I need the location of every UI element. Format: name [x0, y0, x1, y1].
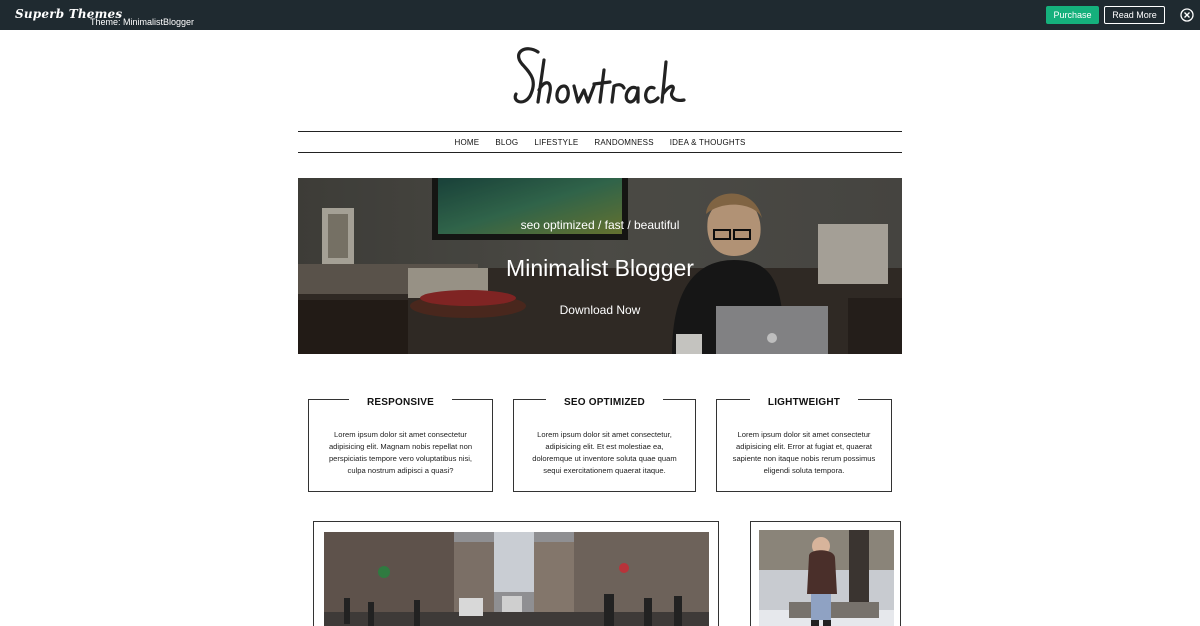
close-icon[interactable]: [1180, 8, 1194, 22]
feature-box-responsive: RESPONSIVE Lorem ipsum dolor sit amet co…: [308, 397, 493, 492]
top-bar: Superb Themes Theme: MinimalistBlogger P…: [0, 0, 1200, 30]
feature-title: SEO OPTIMIZED: [546, 397, 663, 408]
feature-box-lightweight: LIGHTWEIGHT Lorem ipsum dolor sit amet c…: [716, 397, 892, 492]
purchase-button[interactable]: Purchase: [1046, 6, 1099, 24]
hero-title: Minimalist Blogger: [506, 255, 694, 281]
post-image-winter[interactable]: [759, 530, 894, 626]
site-logo[interactable]: [508, 40, 692, 112]
nav-home[interactable]: HOME: [455, 138, 480, 147]
nav-blog[interactable]: BLOG: [495, 138, 518, 147]
nav-lifestyle[interactable]: LIFESTYLE: [534, 138, 578, 147]
feature-text: Lorem ipsum dolor sit amet consectetur a…: [732, 430, 876, 475]
download-now-link[interactable]: Download Now: [298, 303, 902, 317]
post-card-street[interactable]: [313, 521, 719, 626]
main-nav: HOME BLOG LIFESTYLE RANDOMNESS IDEA & TH…: [298, 131, 902, 153]
read-more-button[interactable]: Read More: [1104, 6, 1165, 24]
hero-subtitle: seo optimized / fast / beautiful: [520, 218, 680, 232]
feature-text: Lorem ipsum dolor sit amet consectetur a…: [328, 430, 473, 475]
feature-box-seo-optimized: SEO OPTIMIZED Lorem ipsum dolor sit amet…: [513, 397, 696, 492]
theme-label: Theme: MinimalistBlogger: [90, 17, 195, 27]
hero-banner: seo optimized / fast / beautiful Minimal…: [298, 178, 902, 354]
feature-text: Lorem ipsum dolor sit amet consectetur, …: [532, 430, 677, 475]
post-card-winter[interactable]: [750, 521, 901, 626]
feature-title: RESPONSIVE: [348, 397, 453, 408]
post-image-street[interactable]: [324, 532, 709, 626]
feature-title: LIGHTWEIGHT: [749, 397, 859, 408]
nav-randomness[interactable]: RANDOMNESS: [594, 138, 653, 147]
nav-idea-thoughts[interactable]: IDEA & THOUGHTS: [670, 138, 746, 147]
